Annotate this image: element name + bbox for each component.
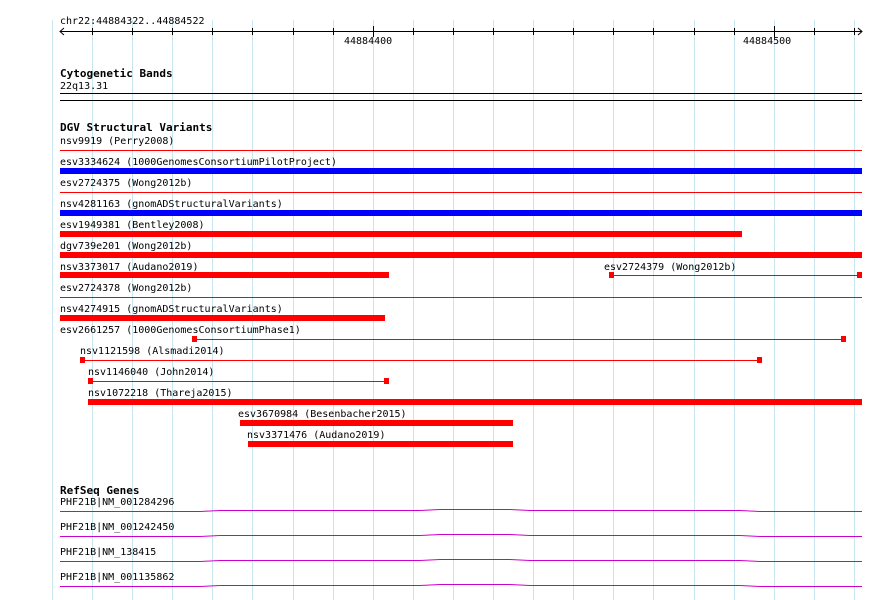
variant-label[interactable]: nsv4274915 (gnomADStructuralVariants) [60, 304, 283, 315]
variant-block[interactable] [609, 272, 615, 278]
variant-block[interactable] [80, 357, 86, 363]
variant-block[interactable] [88, 378, 94, 384]
variant-block[interactable] [857, 272, 862, 278]
gene-intron [60, 559, 862, 562]
variant-bar[interactable] [248, 441, 514, 447]
variant-bar[interactable] [60, 272, 389, 278]
variant-label[interactable]: nsv1146040 (John2014) [88, 367, 214, 378]
refseq-title: RefSeq Genes [60, 484, 140, 497]
variant-label[interactable]: esv3334624 (1000GenomesConsortiumPilotPr… [60, 157, 337, 168]
dgv-title: DGV Structural Variants [60, 121, 213, 134]
cytoband-title: Cytogenetic Bands [60, 67, 173, 80]
variant-label[interactable]: dgv739e201 (Wong2012b) [60, 241, 192, 252]
gene-intron [60, 584, 862, 587]
variant-block[interactable] [756, 357, 762, 363]
variant-line[interactable] [60, 150, 862, 151]
variant-line[interactable] [60, 297, 862, 298]
gene-line[interactable] [0, 584, 890, 592]
ruler: 44884400 44884500 [0, 0, 890, 50]
gene-line[interactable] [0, 534, 890, 542]
ruler-tick-label: 44884500 [743, 36, 792, 47]
gene-intron [60, 509, 862, 512]
variant-block[interactable] [840, 336, 846, 342]
gene-label[interactable]: PHF21B|NM_001135862 [60, 572, 174, 583]
variant-line[interactable] [88, 381, 389, 382]
variant-label[interactable]: esv2724379 (Wong2012b) [604, 262, 736, 273]
variant-label[interactable]: esv2661257 (1000GenomesConsortiumPhase1) [60, 325, 301, 336]
variant-label[interactable]: nsv3371476 (Audano2019) [247, 430, 385, 441]
ruler-tick-label: 44884400 [344, 36, 393, 47]
variant-line[interactable] [609, 275, 862, 276]
gene-label[interactable]: PHF21B|NM_001242450 [60, 522, 174, 533]
gene-line[interactable] [0, 559, 890, 567]
cytoband-label: 22q13.31 [60, 81, 109, 92]
cytoband-line [60, 100, 862, 101]
variant-line[interactable] [60, 192, 862, 193]
variant-bar[interactable] [88, 399, 862, 405]
gene-label[interactable]: PHF21B|NM_001284296 [60, 497, 174, 508]
variant-label[interactable]: nsv4281163 (gnomADStructuralVariants) [60, 199, 283, 210]
variant-bar[interactable] [60, 231, 742, 237]
variant-line[interactable] [80, 360, 762, 361]
cytoband-line [60, 93, 862, 94]
gene-line[interactable] [0, 509, 890, 517]
variant-label[interactable]: esv1949381 (Bentley2008) [60, 220, 205, 231]
gene-intron [60, 534, 862, 537]
variant-label[interactable]: esv3670984 (Besenbacher2015) [238, 409, 407, 420]
variant-bar[interactable] [60, 252, 862, 258]
variant-bar[interactable] [60, 168, 862, 174]
variant-block[interactable] [192, 336, 198, 342]
variant-label[interactable]: esv2724378 (Wong2012b) [60, 283, 192, 294]
variant-block[interactable] [383, 378, 389, 384]
variant-bar[interactable] [240, 420, 514, 426]
variant-bar[interactable] [60, 315, 385, 321]
variant-label[interactable]: nsv1072218 (Thareja2015) [88, 388, 233, 399]
variant-label[interactable]: nsv1121598 (Alsmadi2014) [80, 346, 225, 357]
variant-bar[interactable] [60, 210, 862, 216]
variant-label[interactable]: esv2724375 (Wong2012b) [60, 178, 192, 189]
variant-label[interactable]: nsv9919 (Perry2008) [60, 136, 174, 147]
gene-label[interactable]: PHF21B|NM_138415 [60, 547, 156, 558]
variant-line[interactable] [192, 339, 846, 340]
